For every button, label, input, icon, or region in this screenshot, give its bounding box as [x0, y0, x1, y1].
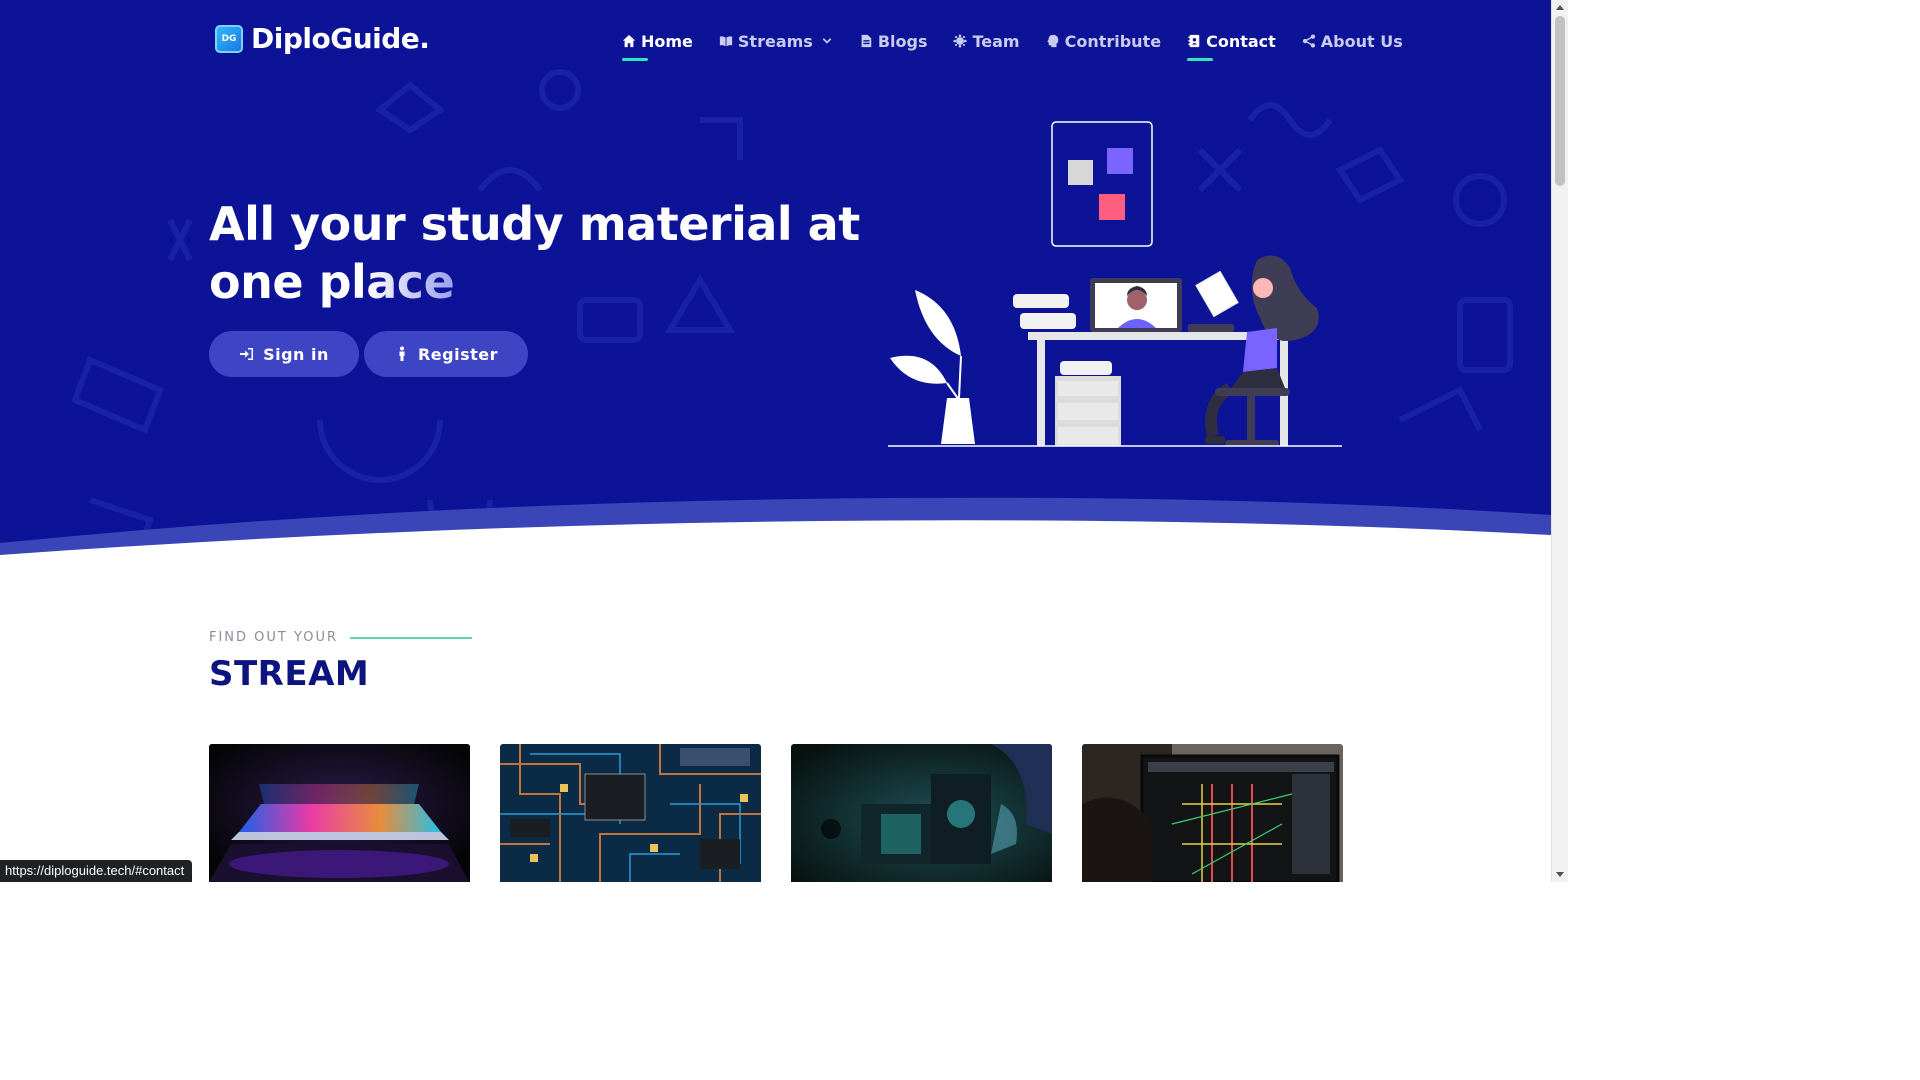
nav-label-contribute: Contribute [1064, 31, 1162, 51]
nav-item-contact[interactable]: Contact [1187, 30, 1276, 61]
nav-item-about-us[interactable]: About Us [1302, 30, 1403, 52]
headline-line-1: All your study material at [209, 197, 860, 251]
nav-item-streams[interactable]: Streams [719, 30, 833, 52]
nav-label-contact: Contact [1206, 31, 1276, 51]
nav-item-team[interactable]: Team [953, 30, 1020, 52]
scroll-thumb[interactable] [1555, 16, 1565, 186]
team-icon [953, 34, 968, 48]
stream-card-2[interactable] [500, 744, 761, 882]
navbar: DG DiploGuide. Home Streams Blogs Team C… [0, 0, 1551, 80]
contribute-icon [1046, 34, 1058, 48]
chevron-down-icon [822, 38, 832, 44]
contact-icon [1188, 34, 1200, 48]
scroll-down-arrow-icon[interactable] [1556, 872, 1564, 877]
blog-icon [861, 34, 872, 48]
stream-card-4[interactable] [1082, 744, 1343, 882]
status-bar-url: https://diploguide.tech/#contact [0, 860, 193, 882]
register-label: Register [417, 344, 499, 364]
nav-item-home[interactable]: Home [622, 30, 693, 61]
cad-monitor-image [1082, 744, 1343, 882]
section-kicker: FIND OUT YOUR [209, 630, 473, 645]
stream-cards [209, 744, 1343, 882]
sign-in-icon [240, 348, 254, 360]
nav-item-blogs[interactable]: Blogs [859, 30, 928, 52]
logo-badge-icon: DG [215, 24, 243, 53]
brand-name: DiploGuide. [251, 22, 430, 55]
circuit-board-image [500, 744, 761, 882]
sign-in-label: Sign in [263, 344, 329, 364]
machinery-image [791, 744, 1052, 882]
home-icon [622, 34, 636, 48]
hero-section: DG DiploGuide. Home Streams Blogs Team C… [0, 0, 1551, 575]
nav-label-blogs: Blogs [877, 31, 928, 51]
hero-headline: All your study material at one place [209, 195, 889, 311]
nav-label-streams: Streams [737, 31, 813, 51]
person-icon [399, 346, 405, 361]
register-button[interactable]: Register [364, 331, 528, 377]
section-title: STREAM [209, 654, 370, 694]
brand-logo[interactable]: DG DiploGuide. [215, 22, 430, 55]
book-icon [719, 36, 733, 47]
scroll-up-arrow-icon[interactable] [1556, 5, 1564, 10]
page-scrollbar[interactable] [1551, 0, 1568, 882]
share-icon [1302, 34, 1315, 48]
nav-label-team: Team [972, 31, 1020, 51]
nav-menu: Home Streams Blogs Team Contribute Conta… [622, 30, 1403, 61]
headline-line-2-faded: ace [366, 255, 455, 309]
headline-line-2: one pl [209, 255, 367, 309]
stream-card-3[interactable] [791, 744, 1052, 882]
section-kicker-text: FIND OUT YOUR [209, 630, 339, 645]
kicker-divider [350, 636, 473, 639]
sign-in-button[interactable]: Sign in [209, 331, 359, 377]
hero-wave [0, 497, 1551, 575]
laptop-image [209, 744, 470, 882]
nav-label-home: Home [641, 31, 693, 51]
nav-label-about-us: About Us [1320, 31, 1403, 51]
study-illustration [888, 121, 1342, 447]
nav-item-contribute[interactable]: Contribute [1046, 30, 1162, 52]
stream-card-1[interactable] [209, 744, 470, 882]
